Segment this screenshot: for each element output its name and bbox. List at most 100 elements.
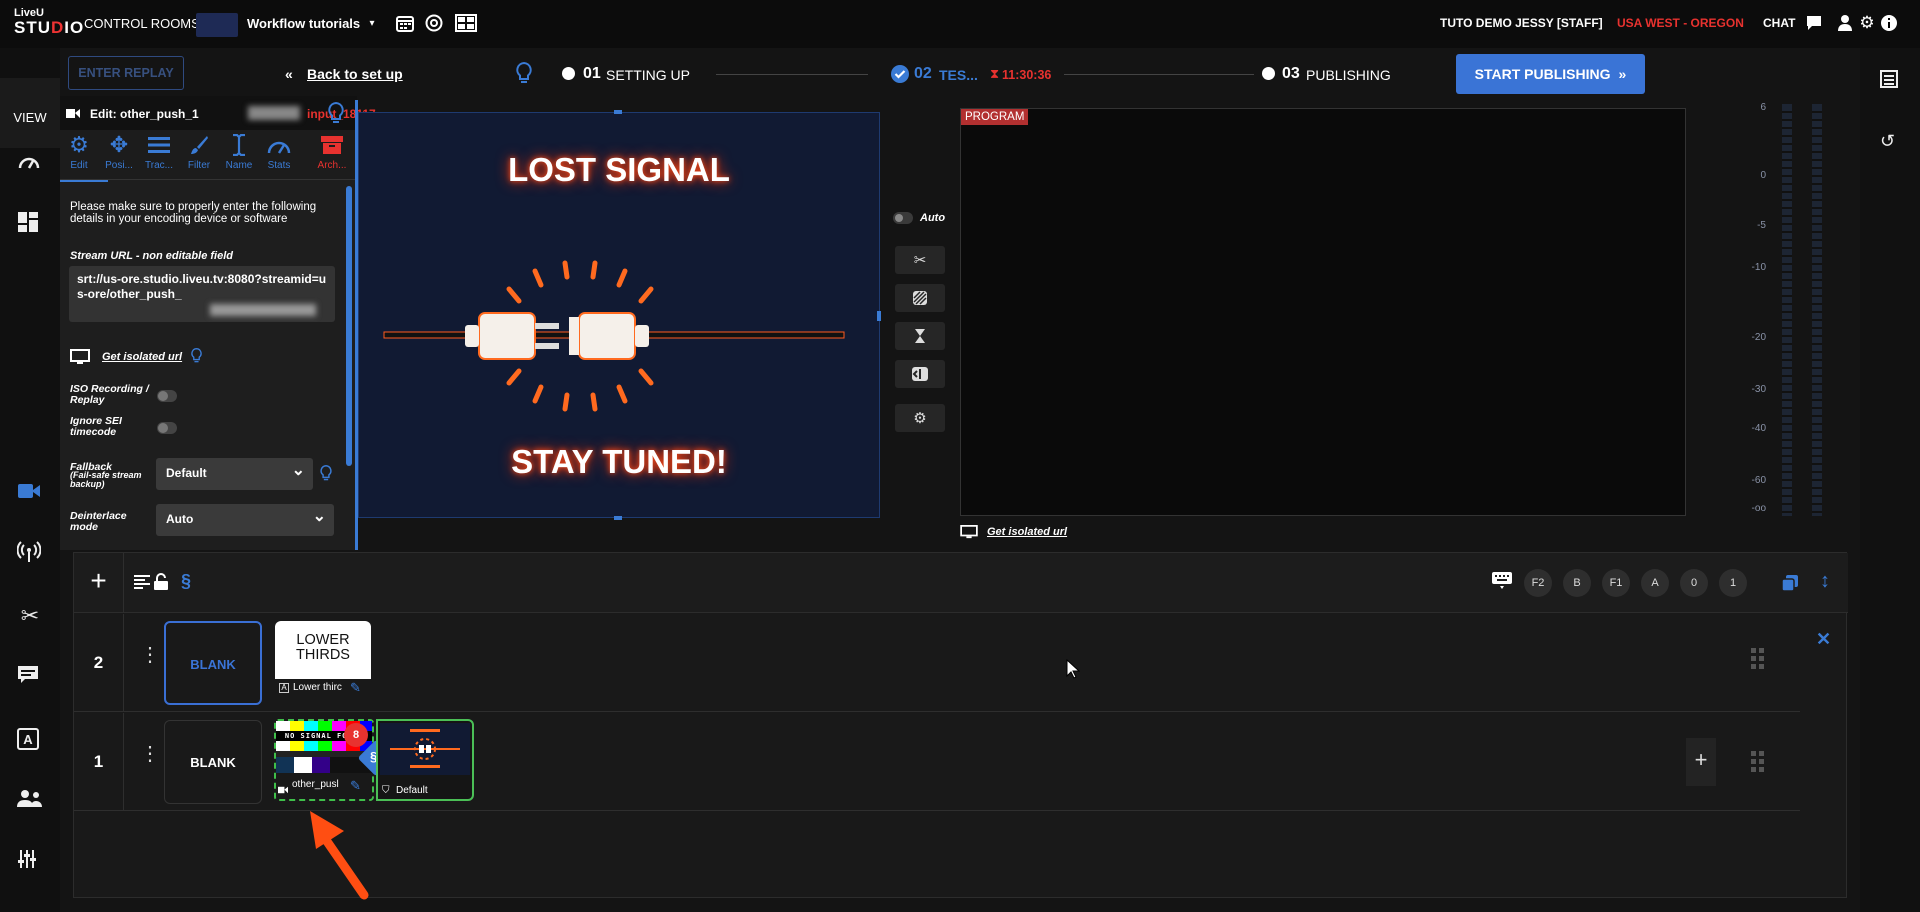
panel-list-icon[interactable] (1880, 70, 1898, 88)
svg-text:A: A (23, 732, 33, 747)
dashboard-gauge-icon[interactable] (17, 151, 43, 177)
deinterlace-label: Deinterlace mode (70, 510, 127, 533)
workflow-selector[interactable]: Workflow tutorials (247, 16, 360, 31)
undo-history-icon[interactable]: ↺ (1880, 132, 1898, 150)
scissors-clips-icon[interactable]: ✂ (17, 603, 43, 629)
fallback-select[interactable]: Default (156, 458, 313, 490)
fallback-help-icon[interactable] (320, 464, 332, 483)
link-chain-icon[interactable]: § (181, 571, 191, 592)
tool-stats[interactable]: Stats (260, 130, 298, 180)
fallback-source-thumbnail[interactable]: ⛉ Default (376, 719, 474, 801)
back-to-setup-link[interactable]: Back to set up (307, 66, 403, 82)
view-nav-item[interactable]: VIEW (0, 78, 60, 148)
fallback-sublabel: (Fail-safe stream backup) (70, 470, 142, 489)
ignore-sei-toggle[interactable] (157, 422, 177, 434)
tool-edit[interactable]: ⚙ Edit (60, 130, 98, 180)
info-icon[interactable] (1880, 14, 1898, 32)
tool-tracks[interactable]: Trac... (140, 130, 178, 180)
deinterlace-select[interactable]: Auto (156, 504, 334, 536)
tool-position[interactable]: ✥ Posi... (100, 130, 138, 180)
align-left-icon[interactable] (134, 575, 150, 589)
vertical-resize-arrows-icon[interactable]: ↕ (1820, 570, 1830, 593)
lightbulb-small-icon[interactable] (191, 347, 203, 364)
user-icon[interactable] (1836, 14, 1854, 32)
key-0[interactable]: 0 (1680, 569, 1708, 597)
add-source-plus-button[interactable]: + (1686, 738, 1716, 786)
step1-label[interactable]: SETTING UP (606, 67, 690, 83)
stream-url-label: Stream URL - non editable field (70, 250, 233, 262)
chat-label[interactable]: CHAT (1763, 16, 1795, 30)
freeze-transition-button[interactable] (895, 322, 945, 350)
speedometer-icon (260, 130, 298, 160)
liveu-studio-logo[interactable]: LiveU STUDIO (14, 8, 83, 40)
multiview-layout-icon[interactable] (455, 13, 477, 33)
lost-signal-mini-image (380, 723, 470, 775)
layer-menu-dots-icon[interactable]: ⋮ (140, 645, 160, 665)
step3-label[interactable]: PUBLISHING (1306, 67, 1391, 83)
key-a[interactable]: A (1641, 569, 1669, 597)
layout-grid-icon[interactable] (17, 211, 43, 237)
key-f2[interactable]: F2 (1524, 569, 1552, 597)
user-menu[interactable]: TUTO DEMO JESSY [STAFF] (1440, 16, 1603, 30)
gear-icon[interactable]: ⚙ (1858, 13, 1876, 32)
audio-mixer-sliders-icon[interactable] (17, 849, 43, 875)
captions-icon[interactable] (17, 665, 43, 691)
tool-name-label: Name (225, 160, 253, 171)
program-isolated-url-link[interactable]: Get isolated url (987, 526, 1067, 538)
lifebuoy-icon[interactable] (424, 13, 444, 33)
transition-settings-button[interactable]: ⚙ (895, 404, 945, 432)
step3-number: 03 (1282, 65, 1300, 82)
wipe-transition-button[interactable] (895, 284, 945, 312)
camera-sources-icon[interactable] (17, 481, 43, 507)
layer-blank-slot[interactable]: BLANK (164, 720, 262, 804)
lightbulb-icon[interactable] (516, 61, 534, 86)
copy-layers-icon[interactable] (1781, 574, 1799, 592)
iso-recording-toggle[interactable] (157, 390, 177, 402)
swap-transition-button[interactable] (895, 360, 945, 388)
text-graphics-icon[interactable]: A (17, 728, 43, 754)
lightbulb-help-icon[interactable] (328, 101, 350, 126)
get-isolated-url-link[interactable]: Get isolated url (102, 351, 182, 363)
layer-blank-slot[interactable]: BLANK (164, 621, 262, 705)
drag-handle-icon[interactable] (1751, 751, 1765, 773)
key-b[interactable]: B (1563, 569, 1591, 597)
keyboard-shortcuts-icon[interactable] (1491, 571, 1513, 589)
add-layer-plus-icon[interactable]: + (74, 553, 124, 613)
edit-panel-scrollbar[interactable] (346, 186, 352, 466)
drag-handle-icon[interactable] (1751, 648, 1765, 670)
enter-replay-button[interactable]: ENTER REPLAY (68, 56, 184, 90)
start-publishing-button[interactable]: START PUBLISHING » (1456, 54, 1645, 94)
edit-pencil-icon[interactable]: ✎ (350, 778, 361, 794)
resize-handle-right[interactable] (877, 311, 881, 321)
step2-number: 02 (914, 65, 932, 82)
session-timer: 11:30:36 (1002, 68, 1052, 82)
top-bar: LiveU STUDIO CONTROL ROOMS Workflow tuto… (0, 0, 1920, 48)
close-x-icon[interactable]: ✕ (1816, 629, 1831, 650)
broadcast-antenna-icon[interactable] (16, 541, 43, 567)
lower-thirds-thumbnail[interactable]: LOWER THIRDS (275, 621, 371, 679)
users-settings-icon[interactable] (17, 788, 43, 814)
key-1[interactable]: 1 (1719, 569, 1747, 597)
tool-filter[interactable]: Filter (180, 130, 218, 180)
key-f1[interactable]: F1 (1602, 569, 1630, 597)
resize-handle-top[interactable] (614, 110, 622, 114)
region-selector[interactable]: USA WEST - OREGON (1617, 16, 1744, 30)
hourglass-icon: ⧗ (990, 66, 1000, 81)
calendar-icon[interactable] (395, 13, 415, 33)
edit-pencil-icon[interactable]: ✎ (350, 680, 361, 696)
step2-label[interactable]: TES... (939, 67, 978, 83)
layer-menu-dots-icon[interactable]: ⋮ (140, 744, 160, 764)
unlock-icon[interactable] (154, 573, 170, 591)
cut-transition-button[interactable]: ✂ (895, 246, 945, 274)
program-monitor[interactable]: PROGRAM (960, 108, 1686, 516)
preview-monitor[interactable]: LOST SIGNAL STAY TUNED! (358, 110, 881, 520)
swap-icon (912, 367, 928, 381)
resize-handle-bottom[interactable] (614, 516, 622, 520)
chevron-down-icon[interactable]: ▾ (366, 16, 378, 30)
auto-toggle[interactable] (893, 212, 913, 224)
tool-archive[interactable]: Arch... (313, 130, 351, 180)
control-rooms-link[interactable]: CONTROL ROOMS (84, 16, 200, 31)
tool-name[interactable]: Name (220, 130, 258, 180)
logo-text-a: STU (14, 18, 51, 37)
chat-icon[interactable] (1805, 14, 1823, 32)
